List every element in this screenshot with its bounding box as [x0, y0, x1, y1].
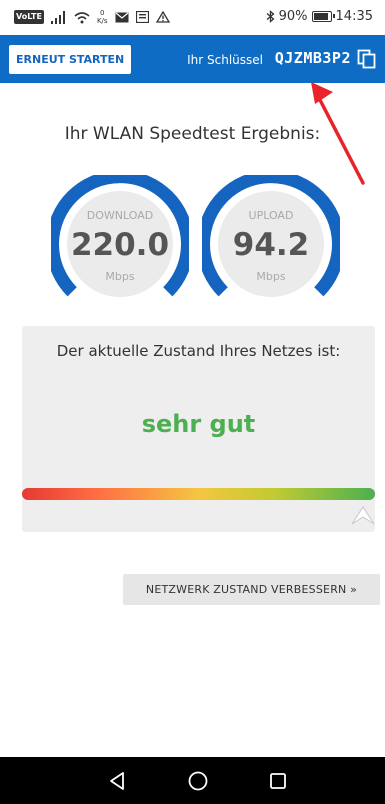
- net-speed-value: 0: [100, 9, 105, 17]
- download-gauge: DOWNLOAD 220.0 Mbps: [51, 175, 189, 300]
- restart-button[interactable]: ERNEUT STARTEN: [9, 45, 132, 74]
- back-triangle-icon[interactable]: [106, 769, 130, 793]
- download-unit: Mbps: [105, 270, 135, 283]
- network-state-value: sehr gut: [141, 410, 256, 438]
- navigation-bar: [0, 757, 385, 804]
- volte-icon: VoLTE: [14, 10, 44, 24]
- copy-icon[interactable]: [357, 49, 377, 69]
- upload-gauge: UPLOAD 94.2 Mbps: [202, 175, 340, 300]
- result-title: Ihr WLAN Speedtest Ergebnis:: [64, 124, 321, 144]
- status-time: 14:35: [335, 9, 373, 24]
- battery-icon: [311, 11, 335, 22]
- status-icons-right: 90% 14:35: [266, 9, 373, 24]
- status-icons-left: VoLTE 0 K/s: [14, 9, 170, 25]
- upload-value: 94.2: [232, 227, 310, 263]
- key-label: Ihr Schlüssel: [187, 53, 263, 67]
- improve-network-button[interactable]: NETZWERK ZUSTAND VERBESSERN »: [123, 574, 380, 605]
- net-speed-indicator: 0 K/s: [97, 9, 108, 25]
- wifi-icon: [74, 11, 90, 23]
- recents-square-icon[interactable]: [266, 769, 290, 793]
- key-value: QJZMB3P2: [274, 49, 351, 67]
- network-state-label: Der aktuelle Zustand Ihres Netzes ist:: [56, 342, 341, 360]
- signal-icon: [50, 10, 65, 24]
- home-circle-icon[interactable]: [186, 769, 210, 793]
- upload-unit: Mbps: [256, 270, 286, 283]
- mail-icon: [115, 12, 129, 22]
- quality-marker-icon: [351, 506, 375, 525]
- net-speed-unit: K/s: [96, 17, 108, 25]
- download-value: 220.0: [70, 227, 170, 263]
- network-state-card: Der aktuelle Zustand Ihres Netzes ist: s…: [22, 326, 375, 532]
- upload-label: UPLOAD: [248, 209, 294, 222]
- status-bar: VoLTE 0 K/s 90% 14:35: [0, 0, 385, 35]
- bluetooth-icon: [266, 10, 275, 23]
- warning-icon: [155, 11, 170, 23]
- app-header: ERNEUT STARTEN Ihr Schlüssel QJZMB3P2: [0, 35, 385, 83]
- battery-percent: 90%: [278, 9, 308, 24]
- quality-gradient-bar: [22, 488, 375, 500]
- download-label: DOWNLOAD: [86, 209, 154, 222]
- news-icon: [135, 11, 149, 23]
